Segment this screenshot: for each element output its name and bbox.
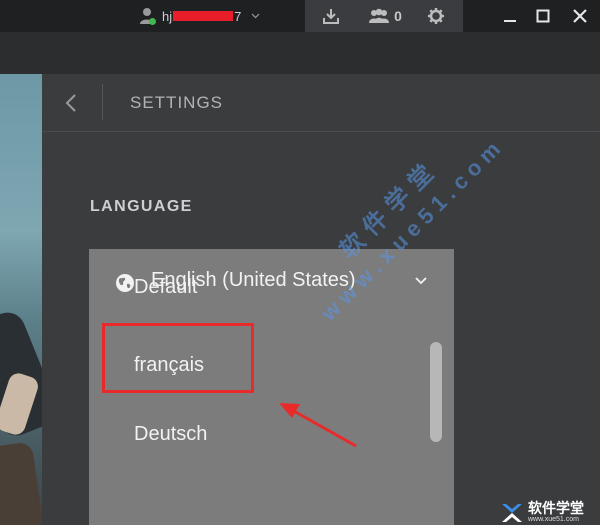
watermark-logo: 软件学堂 www.xue51.com [500, 500, 600, 525]
xue51-logo-icon [502, 503, 522, 522]
arrow-annotation [279, 403, 357, 448]
logo-url-text: www.xue51.com [528, 516, 579, 523]
logo-cn-text: 软件学堂 [528, 501, 584, 517]
